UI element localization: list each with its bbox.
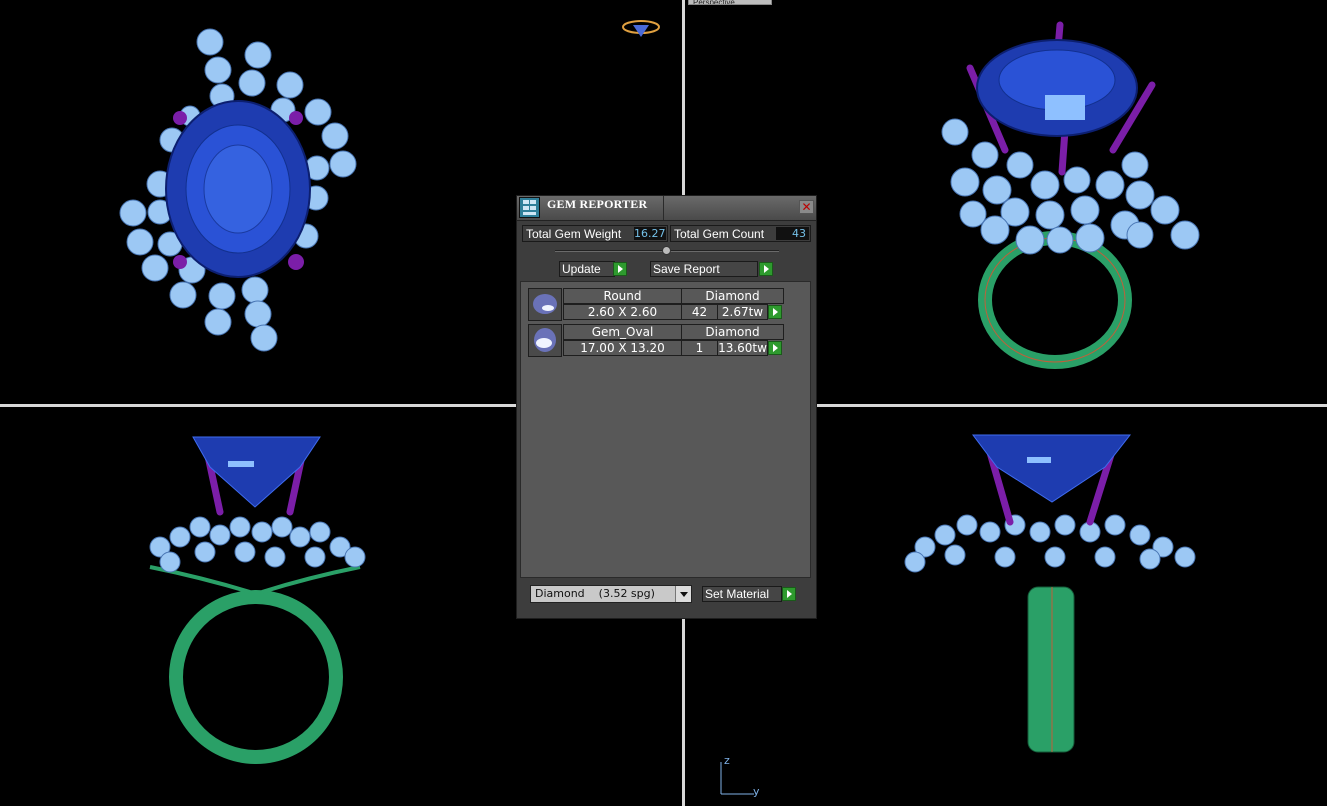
gem-count-cell: 1	[681, 340, 718, 356]
gem-reporter-icon	[519, 197, 540, 218]
gem-row-arrow-button[interactable]	[768, 305, 782, 319]
gem-shape-cell: Round	[563, 288, 682, 304]
dialog-titlebar[interactable]: GEM REPORTER ✕	[517, 196, 816, 221]
gem-material-cell: Diamond	[681, 324, 784, 340]
close-icon: ✕	[801, 200, 812, 214]
splitter-handle[interactable]	[662, 246, 671, 255]
material-select[interactable]: Diamond (3.52 spg)	[530, 585, 692, 603]
total-gem-weight-value: 16.27	[634, 227, 666, 240]
gem-weight-cell: 2.67tw	[717, 304, 768, 320]
gem-weight-cell: 13.60tw	[717, 340, 768, 356]
save-report-button[interactable]: Save Report	[650, 261, 758, 277]
gem-shape-cell: Gem_Oval	[563, 324, 682, 340]
gem-row-oval[interactable]: Gem_Oval Diamond 17.00 X 13.20 1 13.60tw	[528, 324, 786, 358]
close-button[interactable]: ✕	[799, 200, 814, 214]
total-gem-count-value: 43	[776, 227, 809, 240]
gem-material-cell: Diamond	[681, 288, 784, 304]
total-gem-weight-box: Total Gem Weight 16.27	[522, 225, 668, 242]
orientation-gizmo-icon[interactable]	[620, 18, 662, 40]
gem-count-cell: 42	[681, 304, 718, 320]
material-select-value: Diamond (3.52 spg)	[535, 587, 655, 600]
perspective-tab[interactable]: Perspective	[688, 0, 772, 5]
gem-row-arrow-button[interactable]	[768, 341, 782, 355]
total-gem-count-box: Total Gem Count 43	[670, 225, 811, 242]
axis-z-label: z	[724, 754, 730, 767]
total-gem-count-label: Total Gem Count	[674, 227, 765, 241]
total-gem-weight-label: Total Gem Weight	[526, 227, 622, 241]
titlebar-separator	[663, 196, 664, 220]
chevron-down-icon[interactable]	[675, 586, 691, 602]
gem-row-round[interactable]: Round Diamond 2.60 X 2.60 42 2.67tw	[528, 288, 786, 322]
gem-reporter-dialog: GEM REPORTER ✕ Total Gem Weight 16.27 To…	[516, 195, 817, 619]
gem-size-cell: 17.00 X 13.20	[563, 340, 682, 356]
gem-list[interactable]: Round Diamond 2.60 X 2.60 42 2.67tw Gem_…	[520, 281, 811, 578]
update-arrow-button[interactable]	[613, 262, 627, 276]
dialog-title: GEM REPORTER	[547, 197, 648, 211]
set-material-button[interactable]: Set Material	[702, 586, 782, 602]
axis-y-label: y	[753, 785, 760, 798]
round-gem-thumbnail	[528, 288, 562, 321]
axis-indicator: z y	[712, 752, 772, 802]
set-material-arrow-button[interactable]	[782, 587, 796, 601]
save-report-arrow-button[interactable]	[759, 262, 773, 276]
gem-size-cell: 2.60 X 2.60	[563, 304, 682, 320]
axis-lines-icon	[720, 762, 754, 795]
save-report-label: Save Report	[653, 262, 720, 276]
update-button[interactable]: Update	[559, 261, 615, 277]
set-material-label: Set Material	[705, 587, 770, 601]
oval-gem-thumbnail	[528, 324, 562, 357]
update-button-label: Update	[562, 262, 601, 276]
